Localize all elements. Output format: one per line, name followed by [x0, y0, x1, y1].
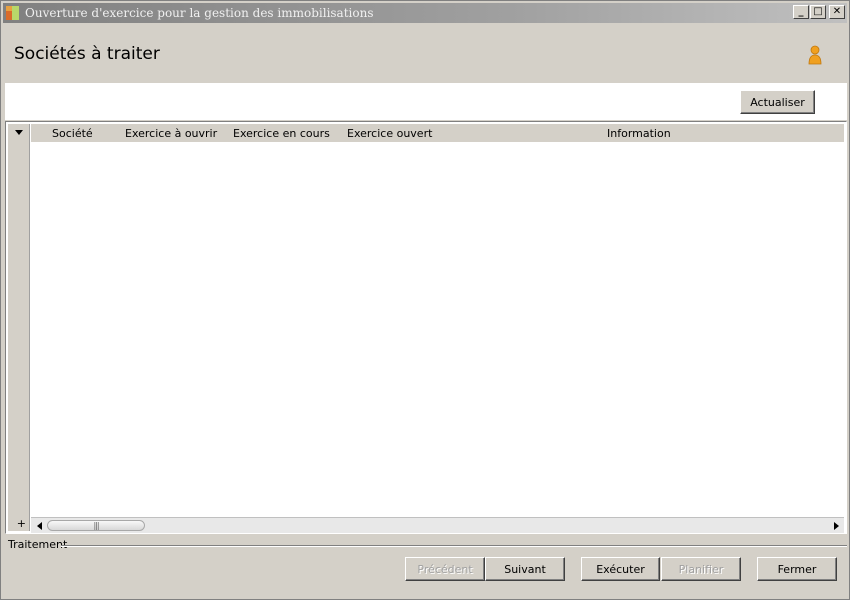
column-header-exercice-a-ouvrir[interactable]: Exercice à ouvrir [125, 127, 217, 140]
column-header-exercice-en-cours[interactable]: Exercice en cours [233, 127, 330, 140]
column-chooser-icon[interactable] [15, 130, 23, 135]
maximize-button[interactable]: □ [810, 5, 826, 19]
scroll-left-arrow-icon[interactable] [33, 520, 45, 532]
main-window: Ouverture d'exercice pour la gestion des… [0, 0, 850, 600]
scroll-thumb[interactable]: ||| [47, 520, 145, 531]
app-icon [5, 5, 21, 21]
column-header-information[interactable]: Information [607, 127, 671, 140]
column-header-exercice-ouvert[interactable]: Exercice ouvert [347, 127, 432, 140]
minimize-button[interactable]: _ [793, 5, 809, 19]
previous-button[interactable]: Précédent [405, 557, 485, 581]
companies-grid[interactable]: Société Exercice à ouvrir Exercice en co… [5, 121, 847, 534]
grid-header-row: Société Exercice à ouvrir Exercice en co… [31, 124, 844, 142]
next-button[interactable]: Suivant [485, 557, 565, 581]
refresh-button[interactable]: Actualiser [740, 90, 815, 114]
schedule-button[interactable]: Planifier [661, 557, 741, 581]
column-header-societe[interactable]: Société [52, 127, 93, 140]
title-bar[interactable]: Ouverture d'exercice pour la gestion des… [3, 3, 847, 23]
expand-all-button[interactable]: + [8, 517, 30, 531]
close-window-button[interactable]: ✕ [829, 5, 845, 19]
scroll-right-arrow-icon[interactable] [830, 520, 842, 532]
horizontal-scrollbar[interactable]: ||| [31, 517, 844, 533]
close-button[interactable]: Fermer [757, 557, 837, 581]
toolbar-band: Actualiser [5, 83, 847, 120]
row-selector-column [8, 124, 30, 531]
execute-button[interactable]: Exécuter [581, 557, 660, 581]
user-icon[interactable] [807, 45, 823, 65]
group-divider [61, 545, 847, 547]
processing-group-label: Traitement [8, 538, 68, 551]
page-title: Sociétés à traiter [14, 44, 160, 64]
window-title: Ouverture d'exercice pour la gestion des… [25, 6, 374, 20]
